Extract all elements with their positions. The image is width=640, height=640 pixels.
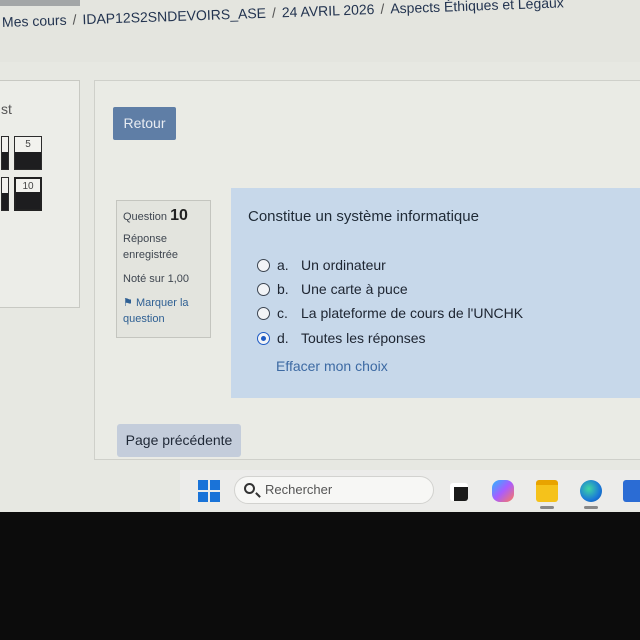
answer-option-a[interactable]: a. Un ordinateur bbox=[257, 257, 386, 273]
task-view-icon[interactable] bbox=[450, 483, 468, 501]
question-info: Question 10 Réponse enregistrée Noté sur… bbox=[116, 200, 211, 338]
flag-label: Marquer la bbox=[135, 297, 189, 309]
quiz-nav-button-5[interactable]: 5 bbox=[14, 136, 42, 170]
answer-label: Toutes les réponses bbox=[301, 330, 426, 346]
screen: Mes cours / IDAP12S2SNDEVOIRS_ASE / 24 AVRIL… bbox=[0, 0, 640, 512]
answer-letter: c. bbox=[277, 305, 288, 321]
quiz-nav-button-10-current[interactable]: 10 bbox=[14, 177, 42, 211]
question-grade: Noté sur 1,00 bbox=[123, 273, 190, 285]
edge-icon[interactable] bbox=[580, 480, 602, 502]
breadcrumb: Mes cours / IDAP12S2SNDEVOIRS_ASE / 24 AVRIL… bbox=[0, 0, 640, 62]
state-line: enregistrée bbox=[123, 249, 179, 261]
answer-option-d[interactable]: d. Toutes les réponses bbox=[257, 330, 426, 346]
quiz-nav-button[interactable] bbox=[1, 177, 9, 211]
answered-fill bbox=[2, 152, 8, 169]
file-explorer-icon[interactable] bbox=[536, 480, 558, 502]
answer-letter: b. bbox=[277, 281, 289, 297]
answer-option-b[interactable]: b. Une carte à puce bbox=[257, 281, 408, 297]
radio-button[interactable] bbox=[257, 259, 270, 272]
flag-question-link[interactable]: ⚑ Marquer la question bbox=[123, 295, 204, 327]
question-text: Constitue un système informatique bbox=[248, 208, 479, 225]
breadcrumb-course[interactable]: IDAP12S2SNDEVOIRS_ASE bbox=[82, 5, 266, 27]
running-indicator bbox=[540, 506, 554, 509]
radio-button[interactable] bbox=[257, 307, 270, 320]
search-placeholder: Rechercher bbox=[265, 482, 333, 497]
search-icon bbox=[244, 483, 255, 494]
breadcrumb-section[interactable]: 24 AVRIL 2026 bbox=[282, 1, 375, 20]
radio-button[interactable] bbox=[257, 283, 270, 296]
answer-letter: a. bbox=[277, 257, 289, 273]
answered-fill bbox=[16, 192, 40, 209]
breadcrumb-items: Mes cours / IDAP12S2SNDEVOIRS_ASE / 24 AVRIL… bbox=[2, 0, 564, 30]
quiz-navigation-title: st bbox=[1, 101, 12, 117]
breadcrumb-quiz[interactable]: Aspects Éthiques et Légaux bbox=[390, 0, 564, 16]
answer-label: La plateforme de cours de l'UNCHK bbox=[301, 305, 524, 321]
copilot-icon[interactable] bbox=[492, 480, 514, 502]
answer-option-c[interactable]: c. La plateforme de cours de l'UNCHK bbox=[257, 305, 523, 321]
breadcrumb-separator: / bbox=[271, 4, 277, 21]
answered-fill bbox=[2, 193, 8, 210]
question-number-row: Question 10 bbox=[123, 208, 204, 225]
answer-letter: d. bbox=[277, 330, 289, 346]
quiz-nav-button[interactable] bbox=[1, 136, 9, 170]
breadcrumb-separator: / bbox=[72, 11, 77, 28]
answer-label: Un ordinateur bbox=[301, 257, 386, 273]
breadcrumb-separator: / bbox=[380, 0, 385, 17]
answer-label: Une carte à puce bbox=[301, 281, 408, 297]
taskbar-search-box[interactable]: Rechercher bbox=[234, 476, 434, 504]
question-content: Constitue un système informatique a. Un o… bbox=[231, 188, 640, 398]
flag-label: question bbox=[123, 313, 165, 325]
answered-fill bbox=[15, 152, 41, 169]
previous-page-button[interactable]: Page précédente bbox=[117, 424, 241, 457]
question-number: 10 bbox=[170, 207, 188, 224]
state-line: Réponse bbox=[123, 233, 168, 245]
running-indicator bbox=[584, 506, 598, 509]
flag-icon: ⚑ bbox=[123, 297, 133, 309]
quiz-nav-number: 5 bbox=[25, 139, 31, 150]
start-icon[interactable] bbox=[198, 480, 220, 502]
quiz-navigation: st 5 10 bbox=[0, 80, 80, 308]
clear-choice-link[interactable]: Effacer mon choix bbox=[276, 358, 388, 374]
back-button[interactable]: Retour bbox=[113, 107, 176, 140]
radio-button-selected[interactable] bbox=[257, 332, 270, 345]
question-state: Réponse enregistrée bbox=[123, 231, 204, 263]
header-strip bbox=[0, 0, 80, 6]
store-icon[interactable] bbox=[623, 480, 640, 502]
question-label: Question bbox=[123, 211, 168, 223]
breadcrumb-my-courses[interactable]: Mes cours bbox=[2, 12, 67, 30]
taskbar: Rechercher bbox=[180, 470, 640, 510]
